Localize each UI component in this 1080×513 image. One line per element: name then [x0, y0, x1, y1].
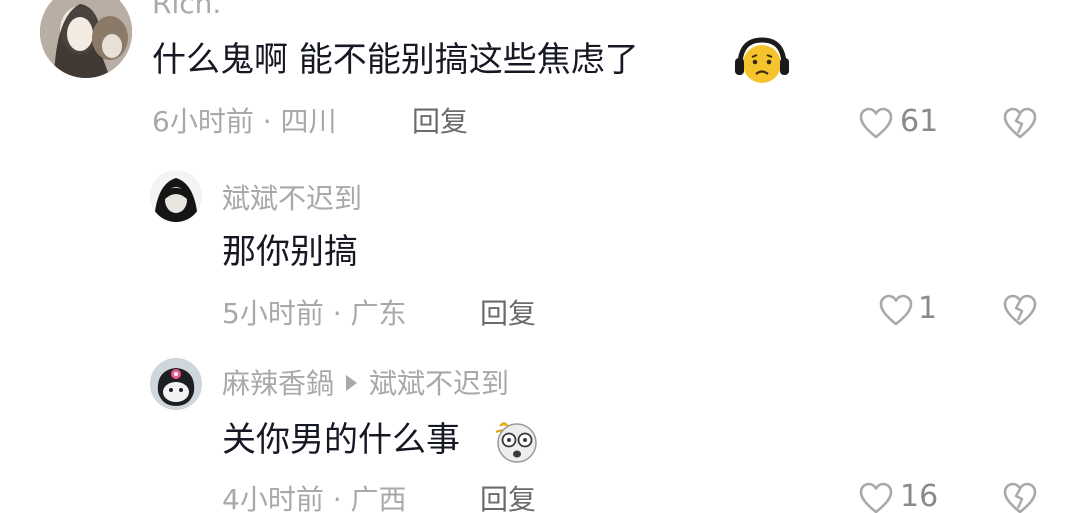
reply-time-location: 4小时前 · 广西 — [222, 483, 407, 513]
comment-text: 什么鬼啊 能不能别搞这些焦虑了 — [152, 40, 639, 80]
reply-to-username[interactable]: 斌斌不迟到 — [369, 367, 509, 400]
reply-button[interactable]: 回复 — [480, 296, 536, 332]
like-count: 16 — [900, 479, 939, 513]
broken-heart-icon[interactable] — [1002, 481, 1038, 513]
avatar[interactable] — [150, 358, 202, 410]
avatar[interactable] — [150, 170, 202, 222]
avatar-photo — [40, 0, 132, 78]
reply-username-line: 麻辣香鍋 斌斌不迟到 — [222, 366, 509, 402]
heart-icon[interactable] — [878, 293, 914, 327]
reply-button[interactable]: 回复 — [412, 104, 468, 140]
reply-text: 关你男的什么事 — [222, 420, 460, 460]
comment-username[interactable]: Rich. — [152, 0, 221, 22]
like-count: 1 — [918, 291, 938, 326]
reply-username[interactable]: 麻辣香鍋 — [222, 367, 334, 400]
reply-time-location: 5小时前 · 广东 — [222, 297, 407, 330]
reply-text: 那你别搞 — [222, 232, 358, 272]
reply-arrow-icon — [346, 375, 358, 391]
avatar-photo — [150, 358, 202, 410]
reply-username[interactable]: 斌斌不迟到 — [222, 181, 362, 217]
broken-heart-icon[interactable] — [1002, 293, 1038, 327]
comment-thread: Rich. 什么鬼啊 能不能别搞这些焦虑了 6小时前 · 四川 回复 61 斌斌… — [0, 0, 1080, 513]
heart-icon[interactable] — [858, 481, 894, 513]
shocked-emoji-icon — [492, 418, 542, 464]
headphones-sad-emoji-icon — [734, 36, 790, 86]
comment-time-location: 6小时前 · 四川 — [152, 105, 337, 138]
reply-button[interactable]: 回复 — [480, 482, 536, 513]
avatar-photo — [150, 170, 202, 222]
broken-heart-icon[interactable] — [1002, 106, 1038, 140]
avatar[interactable] — [40, 0, 132, 78]
like-count: 61 — [900, 104, 939, 139]
heart-icon[interactable] — [858, 106, 894, 140]
